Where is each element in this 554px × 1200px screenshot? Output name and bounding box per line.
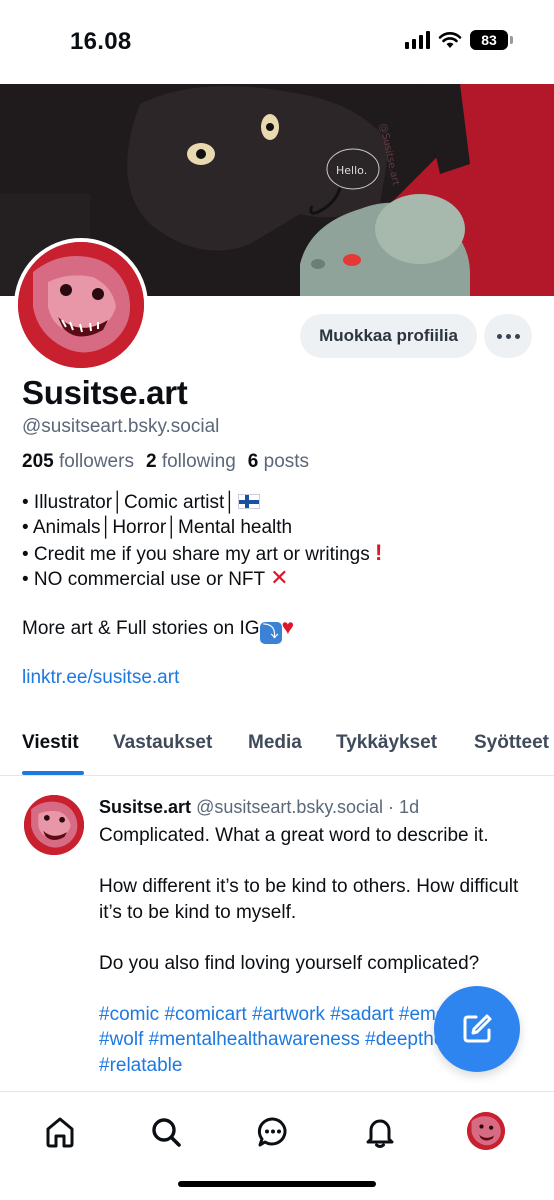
post-header: Susitse.art @susitseart.bsky.social · 1d (99, 797, 419, 818)
home-icon (46, 1117, 74, 1148)
active-tab-indicator (22, 771, 84, 775)
chat-icon (257, 1117, 287, 1147)
compose-icon (463, 1014, 492, 1043)
home-indicator (178, 1181, 376, 1187)
bio-line-3: • Credit me if you share my art or writi… (22, 544, 375, 565)
post-paragraph-2: How different it’s to be kind to others.… (99, 876, 519, 923)
exclamation-icon: ! (374, 540, 383, 565)
battery-icon: 83 (470, 30, 513, 50)
arrow-down-icon: ⤵ (259, 622, 282, 644)
profile-tabs: Viestit Vastaukset Media Tykkäykset Syöt… (0, 726, 554, 776)
tab-replies[interactable]: Vastaukset (113, 732, 212, 754)
posts-stat: 6 posts (248, 451, 309, 473)
status-icons: 83 (405, 30, 513, 50)
following-stat[interactable]: 2 following (146, 451, 236, 473)
post-author-avatar[interactable] (24, 795, 84, 855)
battery-level: 83 (481, 32, 497, 48)
banner-speech-text: Hello. (336, 164, 367, 177)
posts-count: 6 (247, 451, 259, 472)
avatar-artwork (18, 242, 144, 368)
status-time: 16.08 (70, 28, 132, 55)
profile-link[interactable]: linktr.ee/susitse.art (22, 667, 179, 688)
nav-search[interactable] (146, 1112, 186, 1152)
search-icon (152, 1118, 181, 1147)
bell-icon (366, 1119, 394, 1148)
bio-line-2: • Animals│Horror│Mental health (22, 517, 293, 538)
nav-chat[interactable] (253, 1112, 293, 1152)
post-paragraph-1: Complicated. What a great word to descri… (99, 825, 489, 846)
post-author-name[interactable]: Susitse.art (99, 797, 191, 817)
finland-flag-icon (238, 494, 261, 509)
bio-line-4: • NO commercial use or NFT (22, 569, 271, 590)
profile-avatar[interactable] (14, 238, 148, 372)
nav-notifications[interactable] (360, 1112, 400, 1152)
cross-mark-icon: ✕ (270, 565, 289, 590)
nav-profile-avatar[interactable] (467, 1112, 505, 1150)
display-name: Susitse.art (22, 374, 188, 411)
edit-profile-button[interactable]: Muokkaa profiilia (300, 314, 477, 358)
profile-stats: 205 followers 2 following 6 posts (22, 451, 309, 473)
nav-avatar-artwork (467, 1112, 505, 1150)
tab-likes[interactable]: Tykkäykset (336, 732, 437, 754)
post-avatar-artwork (24, 795, 84, 855)
wifi-icon (438, 32, 462, 48)
followers-count: 205 (22, 451, 54, 472)
more-dot (505, 333, 511, 339)
followers-stat[interactable]: 205 followers (22, 451, 134, 473)
compose-button[interactable] (434, 986, 520, 1072)
bio-more-text: More art & Full stories on IG (22, 618, 260, 639)
tab-feeds[interactable]: Syötteet (474, 732, 549, 754)
more-dot (514, 333, 520, 339)
signal-icon (405, 31, 430, 49)
more-options-button[interactable] (484, 314, 532, 358)
post-handle-time: @susitseart.bsky.social · 1d (196, 797, 420, 817)
followers-label: followers (58, 451, 134, 472)
bio-line-1: • Illustrator│Comic artist│ (22, 492, 237, 513)
tab-media[interactable]: Media (248, 732, 302, 754)
profile-bio: • Illustrator│Comic artist│ • Animals│Ho… (22, 490, 542, 690)
following-label: following (161, 451, 236, 472)
status-bar: 16.08 83 (0, 0, 554, 84)
more-dot (496, 333, 502, 339)
posts-label: posts (263, 451, 310, 472)
profile-handle: @susitseart.bsky.social (22, 416, 220, 437)
post-paragraph-3: Do you also find loving yourself complic… (99, 952, 480, 974)
tab-posts[interactable]: Viestit (22, 732, 79, 754)
following-count: 2 (145, 451, 157, 472)
heart-icon: ♥ (281, 616, 295, 639)
nav-home[interactable] (40, 1112, 80, 1152)
